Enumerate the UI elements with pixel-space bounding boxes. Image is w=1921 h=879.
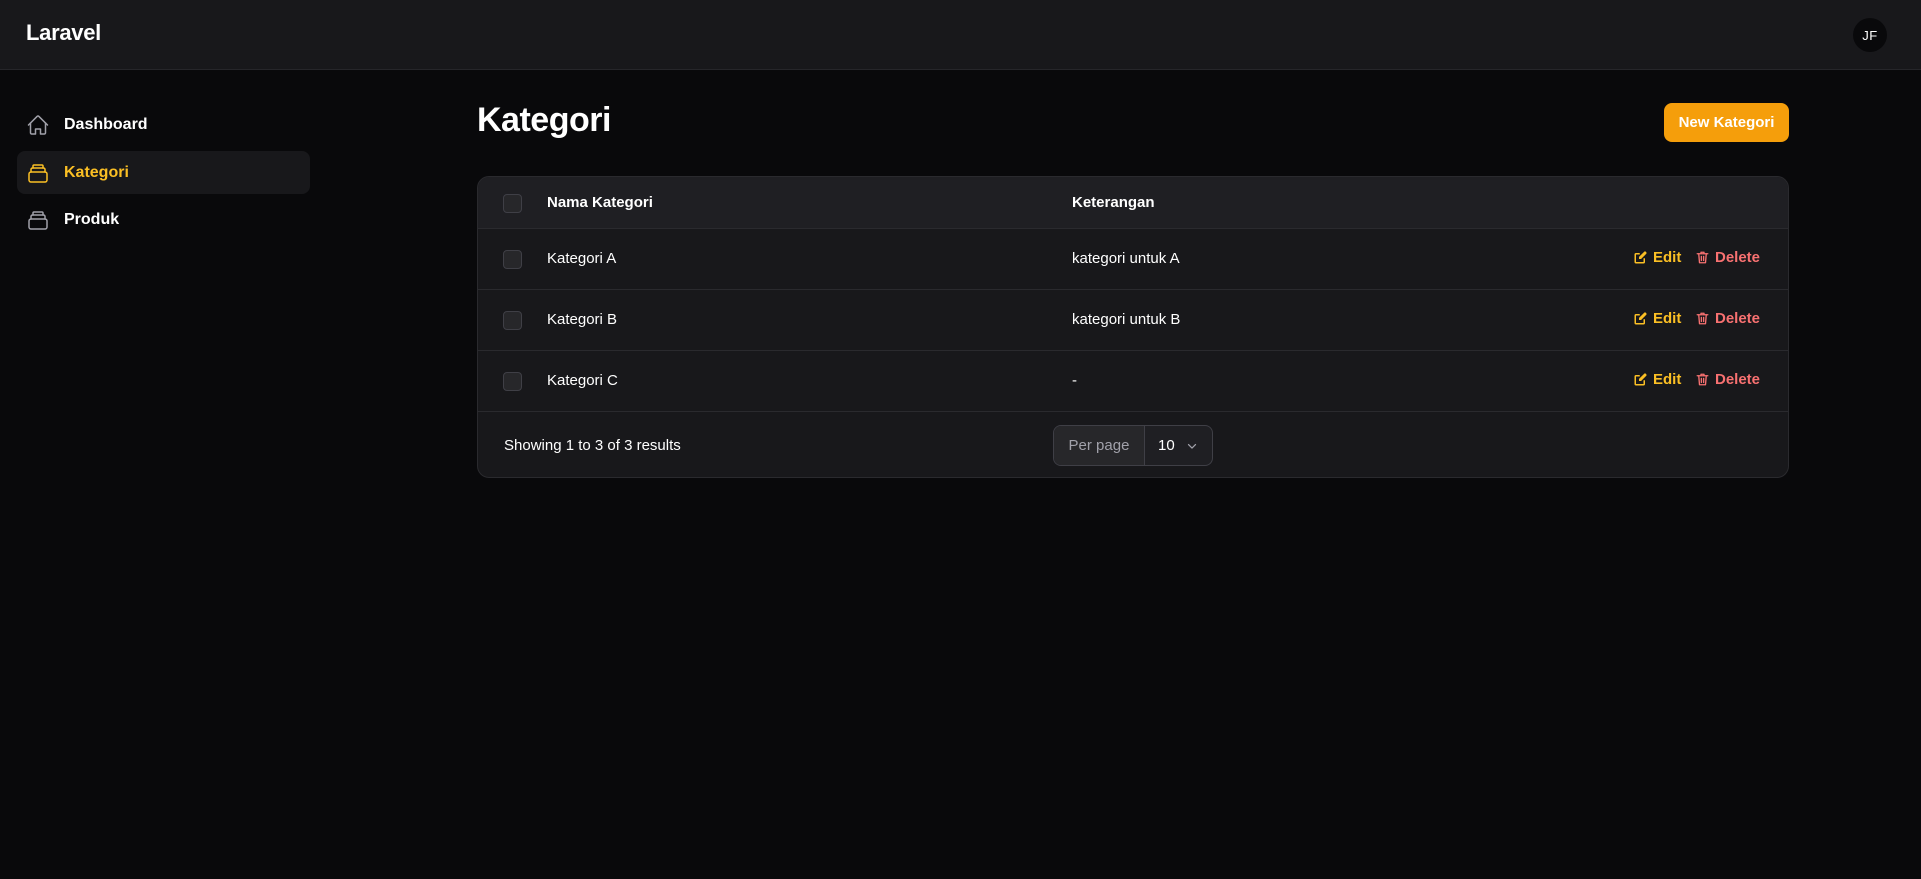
kategori-table: Nama Kategori Keterangan Kategori A kate…	[477, 176, 1789, 478]
table-footer: Showing 1 to 3 of 3 results Per page 10	[478, 413, 1788, 477]
cell-nama-kategori: Kategori A	[547, 250, 617, 267]
rectangle-stack-icon	[26, 208, 50, 232]
sidebar-item-kategori[interactable]: Kategori	[17, 151, 310, 194]
cell-keterangan: kategori untuk B	[1072, 311, 1181, 328]
per-page-select[interactable]: 10	[1145, 426, 1212, 465]
trash-icon	[1696, 373, 1709, 386]
delete-button[interactable]: Delete	[1695, 371, 1760, 388]
new-kategori-button[interactable]: New Kategori	[1664, 103, 1789, 142]
pencil-square-icon	[1634, 251, 1647, 264]
table-row: Kategori B kategori untuk B Edit Delete	[478, 290, 1788, 351]
select-all-checkbox[interactable]	[503, 194, 522, 213]
edit-label: Edit	[1653, 310, 1682, 327]
delete-button[interactable]: Delete	[1695, 310, 1760, 327]
chevron-down-icon	[1187, 443, 1196, 449]
user-avatar[interactable]: JF	[1853, 18, 1887, 52]
cell-nama-kategori: Kategori B	[547, 311, 618, 328]
edit-button[interactable]: Edit	[1633, 249, 1681, 266]
table-header: Nama Kategori Keterangan	[478, 177, 1788, 229]
cell-nama-kategori: Kategori C	[547, 372, 618, 389]
edit-label: Edit	[1653, 371, 1682, 388]
pencil-square-icon	[1634, 373, 1647, 386]
sidebar-item-produk[interactable]: Produk	[17, 198, 310, 241]
page-title: Kategori	[477, 101, 611, 139]
trash-icon	[1696, 251, 1709, 264]
delete-label: Delete	[1715, 310, 1761, 327]
sidebar-item-label: Dashboard	[64, 115, 148, 133]
rectangle-stack-icon	[26, 161, 50, 185]
pencil-square-icon	[1634, 312, 1647, 325]
delete-label: Delete	[1715, 371, 1761, 388]
trash-icon	[1696, 312, 1709, 325]
table-row: Kategori C - Edit Delete	[478, 351, 1788, 412]
edit-button[interactable]: Edit	[1633, 371, 1681, 388]
edit-label: Edit	[1653, 249, 1682, 266]
delete-button[interactable]: Delete	[1695, 249, 1760, 266]
cell-keterangan: kategori untuk A	[1072, 250, 1180, 267]
results-count: Showing 1 to 3 of 3 results	[504, 437, 681, 454]
brand-logo[interactable]: Laravel	[26, 20, 101, 46]
sidebar-item-label: Kategori	[64, 163, 129, 181]
per-page-value: 10	[1158, 437, 1175, 454]
per-page-label: Per page	[1054, 426, 1145, 465]
cell-keterangan: -	[1072, 372, 1077, 389]
row-checkbox[interactable]	[503, 311, 522, 330]
column-header-keterangan[interactable]: Keterangan	[1072, 194, 1155, 211]
sidebar-item-label: Produk	[64, 210, 120, 228]
top-navbar: Laravel JF	[0, 0, 1921, 70]
row-checkbox[interactable]	[503, 372, 522, 391]
sidebar-item-dashboard[interactable]: Dashboard	[17, 103, 310, 146]
column-header-nama-kategori[interactable]: Nama Kategori	[547, 194, 653, 211]
delete-label: Delete	[1715, 249, 1761, 266]
edit-button[interactable]: Edit	[1633, 310, 1681, 327]
home-icon	[26, 113, 50, 137]
table-row: Kategori A kategori untuk A Edit Delete	[478, 229, 1788, 290]
per-page-control: Per page 10	[1053, 425, 1213, 466]
row-checkbox[interactable]	[503, 250, 522, 269]
